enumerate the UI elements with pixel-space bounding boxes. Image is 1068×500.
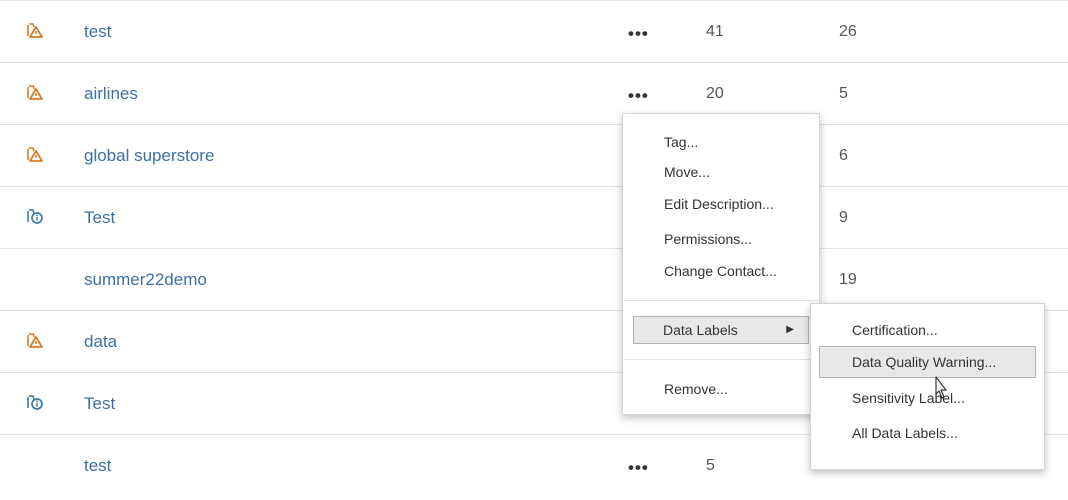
more-actions-button[interactable]: ••• xyxy=(628,1,649,62)
mouse-pointer-icon xyxy=(930,376,950,411)
table-row[interactable]: airlines ••• 20 5 xyxy=(0,63,1068,125)
column-2-value: 19 xyxy=(839,271,857,288)
menu-item-tag[interactable]: Tag... xyxy=(664,130,698,154)
data-source-name-link[interactable]: Test xyxy=(84,373,115,434)
menu-item-data-labels-label: Data Labels xyxy=(663,322,738,338)
menu-separator xyxy=(624,300,818,301)
submenu-item-data-quality-warning-label: Data Quality Warning... xyxy=(852,354,997,370)
menu-item-change-contact[interactable]: Change Contact... xyxy=(664,259,777,283)
info-icon xyxy=(26,373,46,434)
menu-separator xyxy=(624,359,818,360)
info-icon xyxy=(26,187,46,248)
table-row[interactable]: global superstore 6 xyxy=(0,125,1068,187)
column-2-value: 9 xyxy=(839,209,848,226)
data-source-name-link[interactable]: test xyxy=(84,1,111,62)
submenu-arrow-icon: ▶ xyxy=(786,324,794,335)
warning-icon xyxy=(26,1,46,62)
data-source-name-link[interactable]: test xyxy=(84,435,111,496)
menu-item-data-labels[interactable]: Data Labels ▶ xyxy=(633,316,809,344)
menu-item-edit-description[interactable]: Edit Description... xyxy=(664,192,774,216)
data-labels-submenu: Certification... Data Quality Warning...… xyxy=(810,303,1045,470)
warning-icon xyxy=(26,311,46,372)
submenu-item-certification[interactable]: Certification... xyxy=(852,318,938,342)
more-actions-button[interactable]: ••• xyxy=(628,435,649,496)
table-row[interactable]: test ••• 41 26 xyxy=(0,0,1068,63)
warning-icon xyxy=(26,63,46,124)
data-source-name-link[interactable]: summer22demo xyxy=(84,249,207,310)
column-2-value: 6 xyxy=(839,147,848,164)
submenu-item-data-quality-warning[interactable]: Data Quality Warning... xyxy=(819,346,1036,378)
column-2-value: 26 xyxy=(839,23,857,40)
menu-item-permissions[interactable]: Permissions... xyxy=(664,227,752,251)
data-source-name-link[interactable]: airlines xyxy=(84,63,138,124)
table-row[interactable]: summer22demo 19 xyxy=(0,249,1068,311)
column-1-value: 5 xyxy=(706,457,715,474)
context-menu: Tag... Move... Edit Description... Permi… xyxy=(622,113,820,415)
data-source-name-link[interactable]: data xyxy=(84,311,117,372)
column-1-value: 41 xyxy=(706,23,724,40)
warning-icon xyxy=(26,125,46,186)
submenu-item-all-data-labels[interactable]: All Data Labels... xyxy=(852,421,958,445)
table-row[interactable]: Test 9 xyxy=(0,187,1068,249)
column-2-value: 5 xyxy=(839,85,848,102)
data-source-name-link[interactable]: Test xyxy=(84,187,115,248)
menu-item-move[interactable]: Move... xyxy=(664,160,710,184)
menu-item-remove[interactable]: Remove... xyxy=(664,377,728,401)
data-source-name-link[interactable]: global superstore xyxy=(84,125,214,186)
